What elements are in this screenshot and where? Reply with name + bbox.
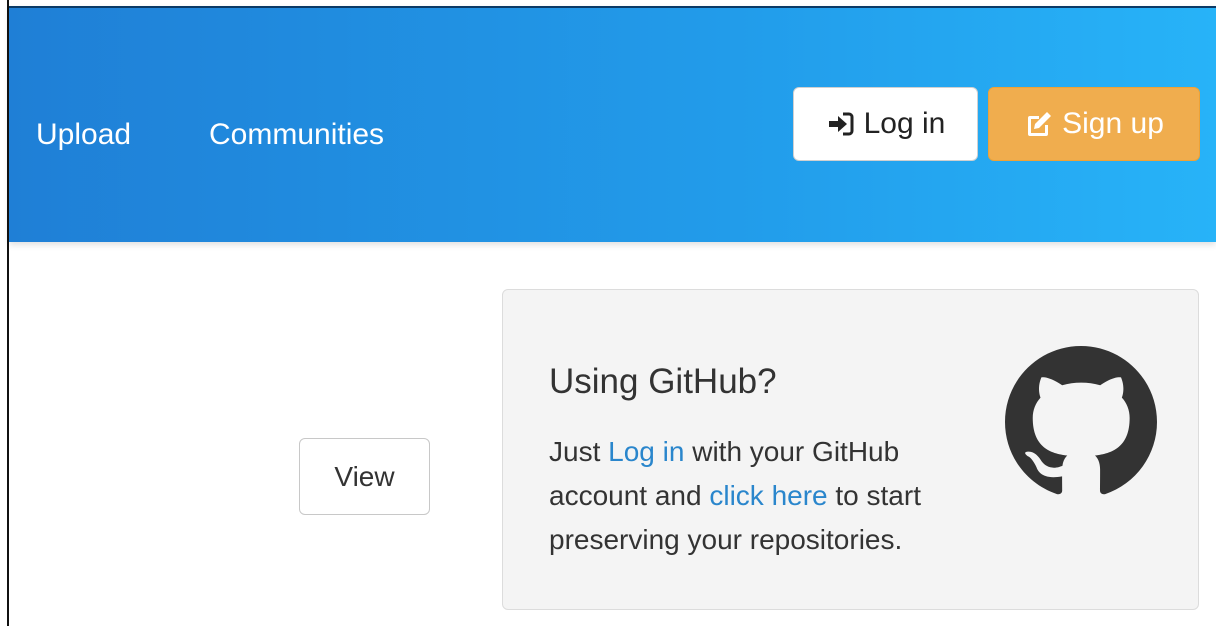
nav-communities-link[interactable]: Communities bbox=[209, 118, 384, 152]
sign-in-icon bbox=[826, 109, 856, 139]
github-icon bbox=[1005, 346, 1157, 498]
page: Upload Communities Log in Sign up View U bbox=[0, 0, 1216, 626]
panel-click-here-link[interactable]: click here bbox=[709, 480, 827, 511]
nav-upload-link[interactable]: Upload bbox=[36, 118, 131, 152]
edit-icon bbox=[1024, 109, 1054, 139]
signup-label: Sign up bbox=[1062, 107, 1164, 140]
signup-button[interactable]: Sign up bbox=[988, 87, 1200, 161]
github-panel-title: Using GitHub? bbox=[549, 362, 777, 401]
github-panel-text: Just Log in with your GitHub account and… bbox=[549, 430, 969, 562]
github-panel: Using GitHub? Just Log in with your GitH… bbox=[502, 289, 1199, 610]
view-button[interactable]: View bbox=[299, 438, 430, 515]
panel-text-part-1: Just bbox=[549, 436, 609, 467]
login-button[interactable]: Log in bbox=[793, 87, 978, 161]
navbar: Upload Communities Log in Sign up bbox=[9, 6, 1216, 242]
panel-login-link[interactable]: Log in bbox=[608, 436, 684, 467]
login-label: Log in bbox=[863, 107, 946, 140]
